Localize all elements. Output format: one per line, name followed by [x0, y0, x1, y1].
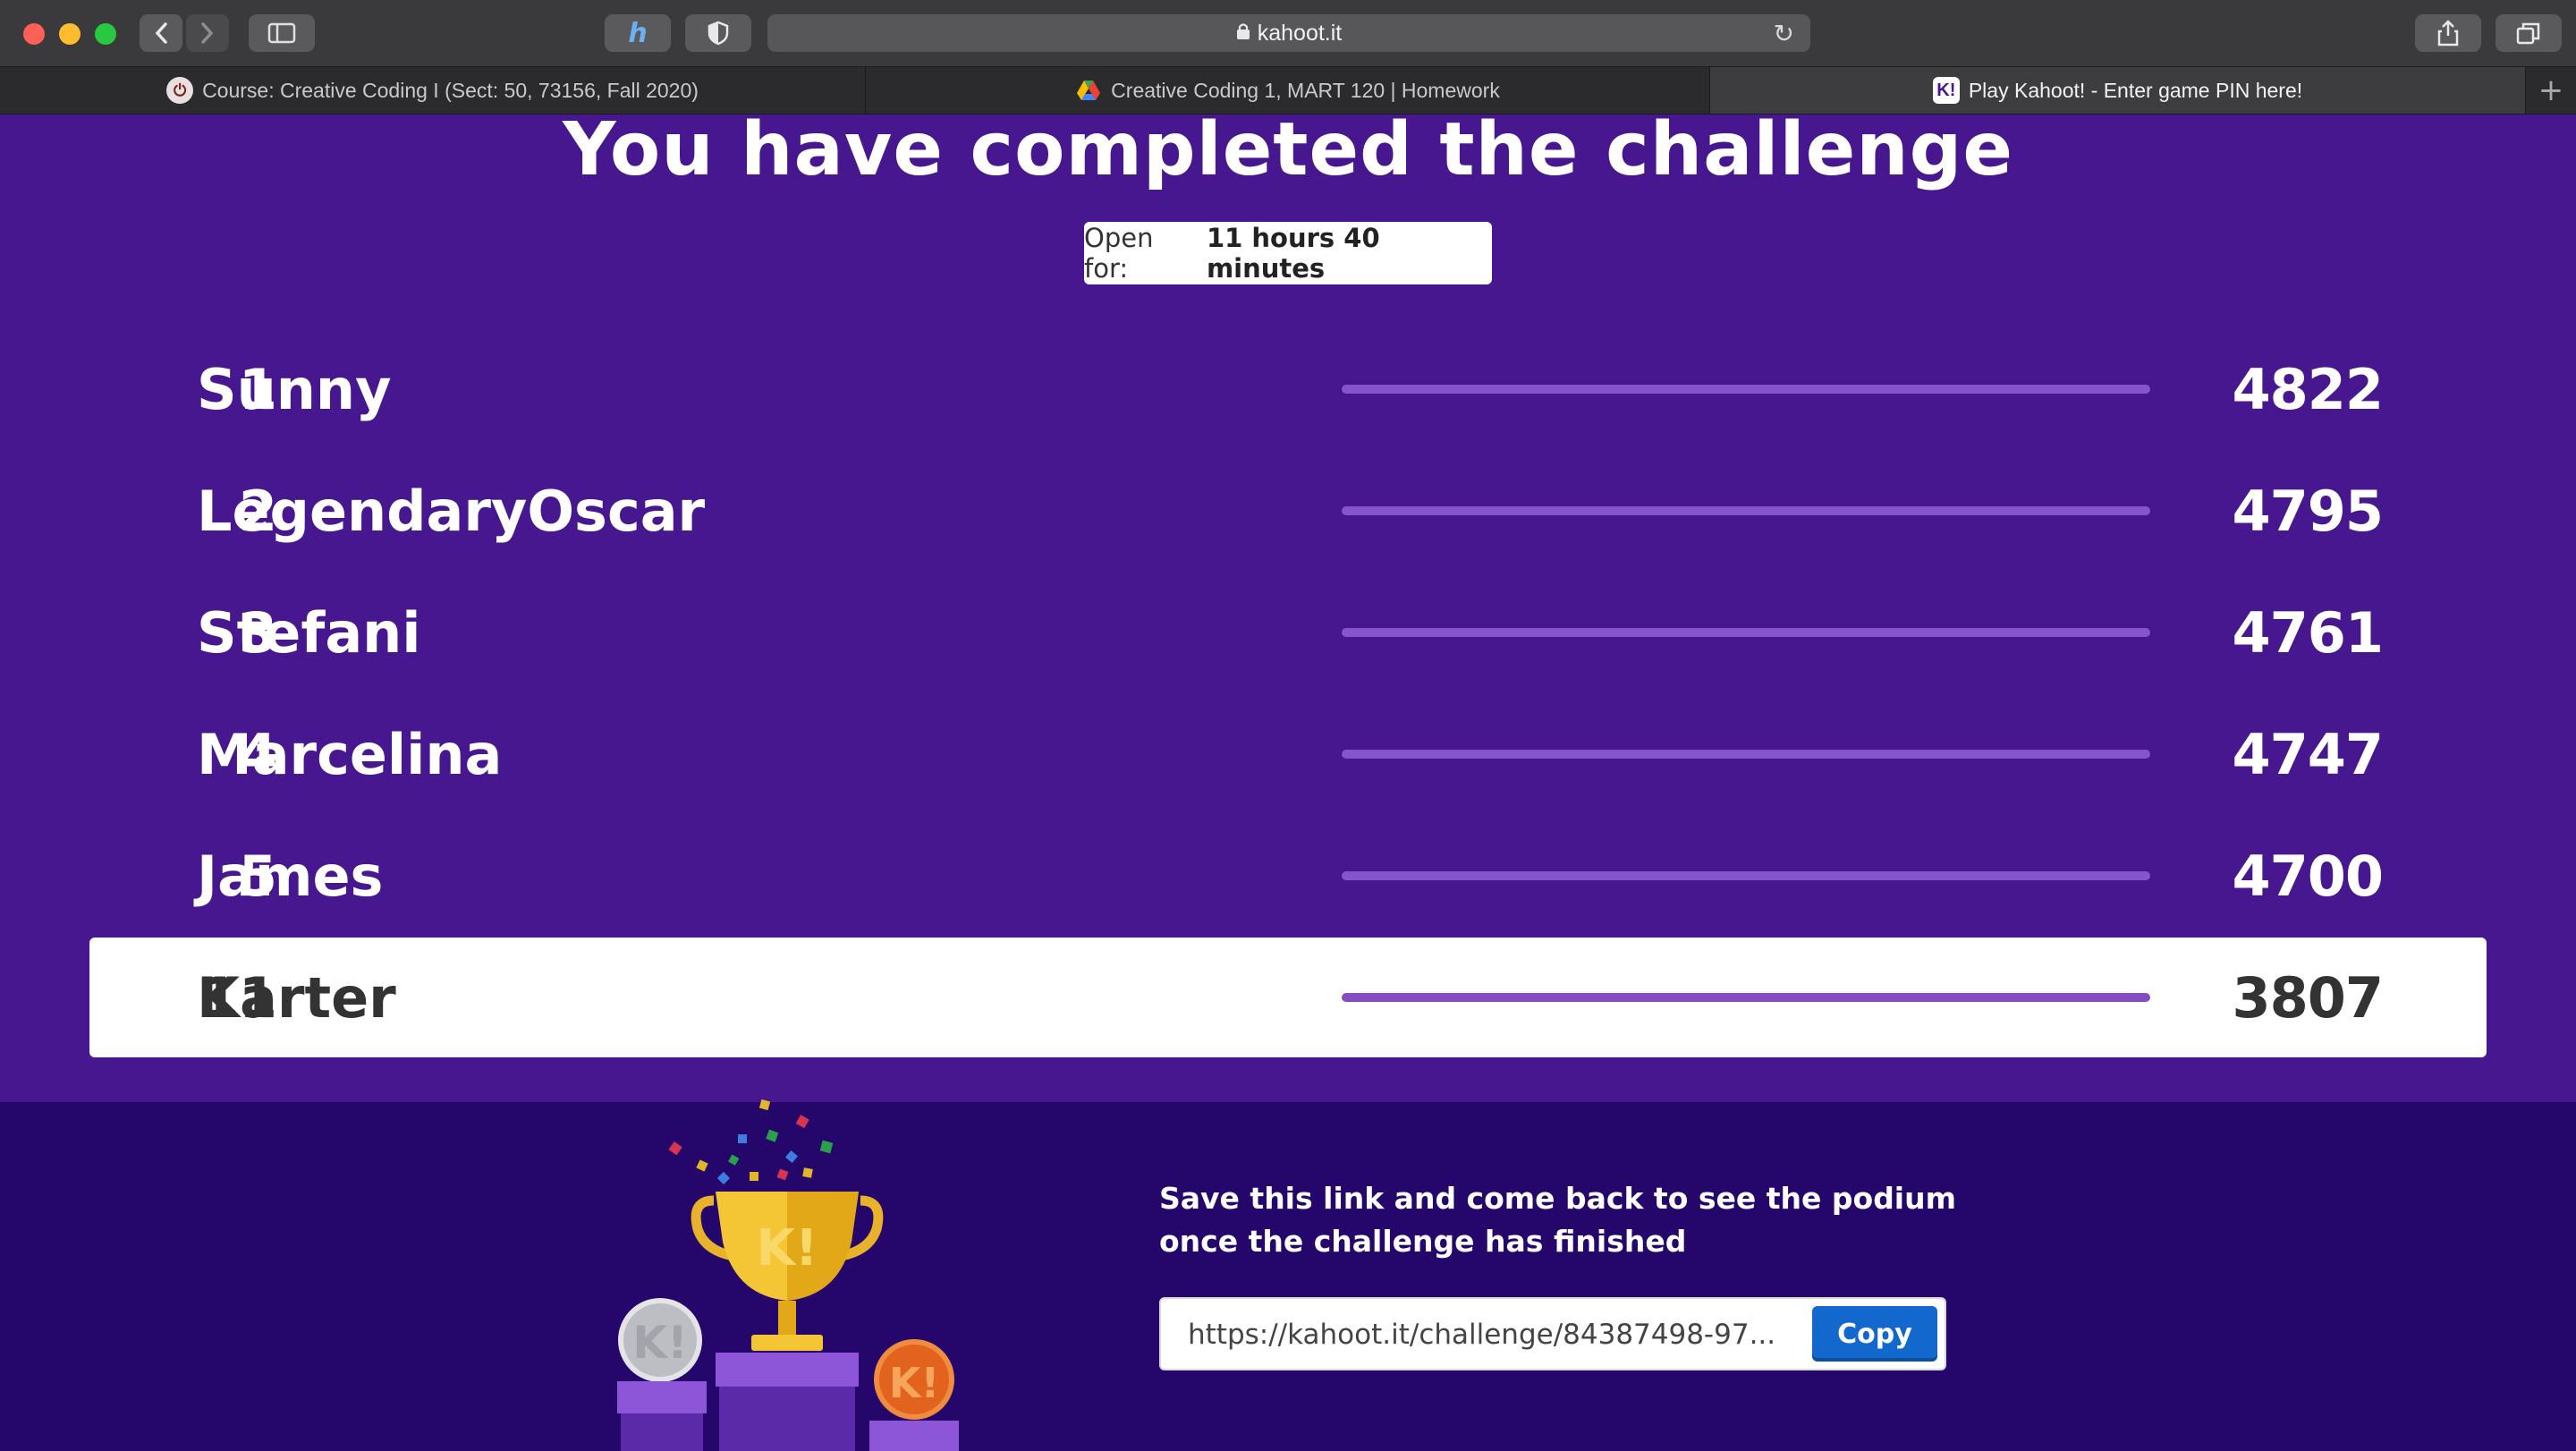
score-bar: [1342, 385, 2150, 394]
close-window-button[interactable]: [23, 23, 45, 45]
tab-overview-button[interactable]: [2496, 14, 2562, 52]
url-text: kahoot.it: [1257, 20, 1343, 46]
svg-text:K!: K!: [889, 1359, 940, 1407]
current-player-row: 11 Karter 3807: [89, 938, 2487, 1057]
podium-trophy-illustration: K! K! K!: [617, 1099, 959, 1451]
player-name: James: [197, 843, 384, 909]
share-button[interactable]: [2415, 14, 2481, 52]
score-bar: [1342, 993, 2150, 1002]
power-icon: ⏻: [166, 77, 194, 104]
extension-button[interactable]: h: [605, 14, 671, 52]
privacy-shield-button[interactable]: [685, 14, 751, 52]
open-for-value: 11 hours 40 minutes: [1206, 223, 1380, 284]
silver-medal-icon: K!: [618, 1298, 702, 1382]
shield-icon: [708, 21, 729, 46]
score-bar: [1342, 750, 2150, 759]
score: 4700: [2232, 843, 2384, 909]
svg-text:K!: K!: [757, 1219, 818, 1277]
challenge-link-field: https://kahoot.it/challenge/84387498-97.…: [1159, 1297, 1946, 1370]
leaderboard-row: 1 Sunny 4822: [89, 329, 2487, 449]
player-name: Marcelina: [197, 721, 503, 787]
podium-third: [869, 1421, 959, 1451]
score: 4822: [2232, 356, 2384, 422]
bronze-medal-icon: K!: [874, 1339, 954, 1420]
address-bar[interactable]: kahoot.it ↻: [767, 14, 1810, 52]
kahoot-logo-icon: K!: [1932, 77, 1960, 104]
reload-icon[interactable]: ↻: [1774, 19, 1794, 48]
chevron-right-icon: [201, 22, 214, 44]
score: 4795: [2232, 478, 2384, 544]
player-name: Stefani: [197, 599, 421, 666]
score-bar: [1342, 871, 2150, 880]
podium-first: [716, 1353, 859, 1387]
footer-panel: K! K! K! Save this link and come back to…: [0, 1099, 2576, 1451]
tab-label: Creative Coding 1, MART 120 | Homework: [1111, 78, 1500, 102]
forward-button[interactable]: [186, 14, 229, 52]
player-name: Karter: [197, 964, 396, 1031]
tab-label: Play Kahoot! - Enter game PIN here!: [1968, 78, 2303, 102]
save-text-line: Save this link and come back to see the …: [1159, 1181, 1956, 1216]
score-bar: [1342, 628, 2150, 637]
leaderboard-row: 2 LegendaryOscar 4795: [89, 451, 2487, 571]
page-title: You have completed the challenge: [563, 107, 2013, 192]
tabs-icon: [2516, 22, 2540, 45]
back-button[interactable]: [140, 14, 182, 52]
zoom-window-button[interactable]: [95, 23, 116, 45]
trophy-icon: K!: [691, 1192, 884, 1351]
svg-text:K!: K!: [632, 1317, 688, 1369]
save-link-instructions: Save this link and come back to see the …: [1159, 1177, 1964, 1263]
sidebar-icon: [267, 22, 296, 44]
drive-icon: [1075, 77, 1102, 104]
lock-icon: [1236, 21, 1250, 47]
podium-second: [617, 1381, 707, 1413]
challenge-link-input[interactable]: https://kahoot.it/challenge/84387498-97.…: [1188, 1315, 1814, 1354]
extension-h-icon: h: [628, 17, 648, 49]
browser-toolbar: h kahoot.it ↻: [0, 0, 2576, 67]
tab-label: Course: Creative Coding I (Sect: 50, 731…: [202, 78, 699, 102]
score: 4747: [2232, 721, 2384, 787]
sidebar-button[interactable]: [249, 14, 315, 52]
open-for-label: Open for:: [1084, 223, 1154, 284]
open-for-badge: Open for: 11 hours 40 minutes: [1084, 222, 1492, 284]
leaderboard-row: 3 Stefani 4761: [89, 573, 2487, 692]
leaderboard-row: 4 Marcelina 4747: [89, 694, 2487, 814]
save-text-line: once the challenge has finished: [1159, 1224, 1687, 1259]
copy-button[interactable]: Copy: [1812, 1306, 1937, 1362]
leaderboard-row: 5 James 4700: [89, 816, 2487, 936]
minimize-window-button[interactable]: [59, 23, 80, 45]
confetti-icon: [668, 1099, 834, 1185]
score-bar: [1342, 506, 2150, 515]
score: 3807: [2232, 964, 2384, 1031]
player-name: Sunny: [197, 356, 392, 422]
player-name: LegendaryOscar: [197, 478, 706, 544]
score: 4761: [2232, 599, 2384, 666]
share-icon: [2437, 20, 2459, 47]
chevron-left-icon: [155, 22, 167, 44]
